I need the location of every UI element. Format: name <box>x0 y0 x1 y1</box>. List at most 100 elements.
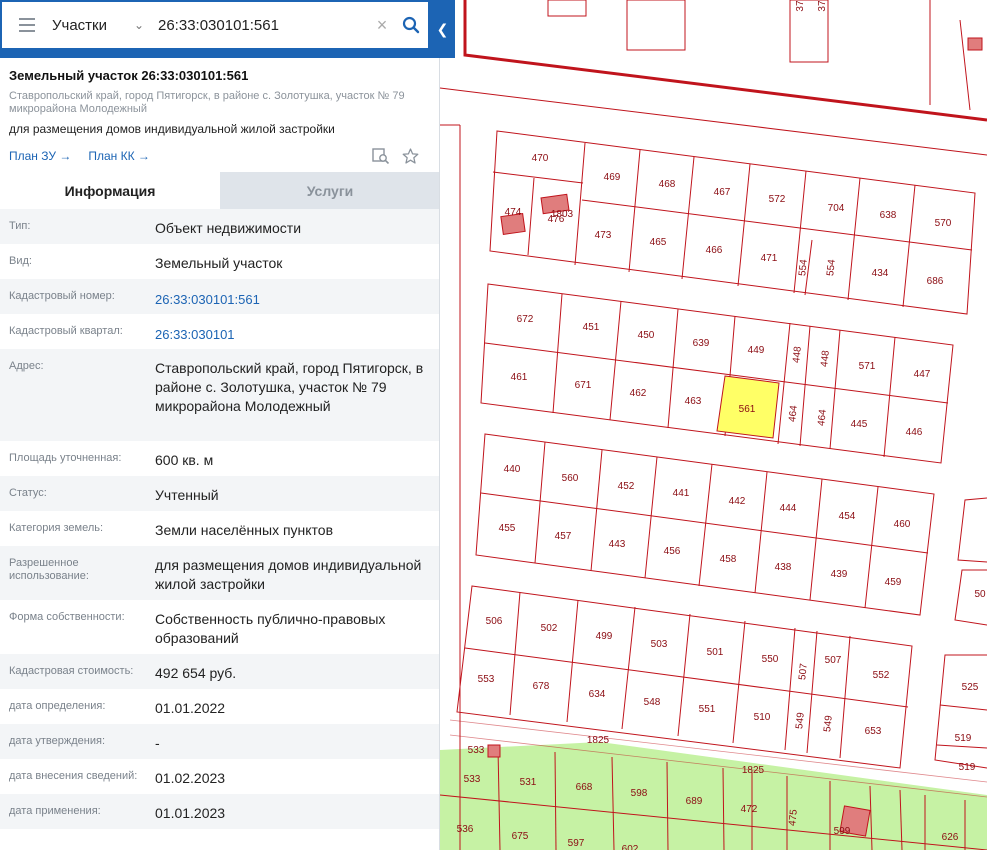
info-value: 01.01.2023 <box>155 805 226 821</box>
svg-text:440: 440 <box>504 464 521 475</box>
info-label: дата применения: <box>9 805 101 817</box>
svg-text:531: 531 <box>520 777 537 788</box>
svg-text:675: 675 <box>512 831 529 842</box>
svg-text:560: 560 <box>562 473 579 484</box>
svg-text:459: 459 <box>885 577 902 588</box>
svg-text:463: 463 <box>685 396 702 407</box>
svg-text:507: 507 <box>797 662 810 680</box>
category-select-value: Участки <box>52 16 107 34</box>
info-label: Адрес: <box>9 360 44 372</box>
svg-text:626: 626 <box>942 832 959 843</box>
svg-text:438: 438 <box>775 562 792 573</box>
svg-text:465: 465 <box>650 237 667 248</box>
info-value: Земли населённых пунктов <box>155 522 334 538</box>
svg-text:442: 442 <box>729 496 746 507</box>
svg-text:598: 598 <box>631 788 648 799</box>
svg-text:653: 653 <box>865 726 882 737</box>
info-label: дата определения: <box>9 700 106 712</box>
info-value: - <box>155 735 160 751</box>
svg-text:599: 599 <box>834 826 851 837</box>
info-row-status: Статус: Учтенный <box>0 476 439 511</box>
info-row-cadastral-quarter: Кадастровый квартал: 26:33:030101 <box>0 314 439 349</box>
svg-text:446: 446 <box>906 427 923 438</box>
info-label: Кадастровый номер: <box>9 290 115 302</box>
svg-text:525: 525 <box>962 682 979 693</box>
document-search-icon[interactable] <box>372 148 390 164</box>
svg-text:1825: 1825 <box>742 765 765 776</box>
info-value: 492 654 руб. <box>155 665 237 681</box>
svg-text:550: 550 <box>762 654 779 665</box>
svg-text:554: 554 <box>797 258 810 276</box>
svg-text:503: 503 <box>651 639 668 650</box>
info-label: дата внесения сведений: <box>9 770 138 782</box>
info-label: Форма собственности: <box>9 611 125 623</box>
svg-text:475: 475 <box>787 808 800 826</box>
parcel-title: Земельный участок 26:33:030101:561 <box>9 68 249 83</box>
star-icon[interactable] <box>402 148 419 164</box>
svg-text:50: 50 <box>974 589 986 600</box>
svg-text:552: 552 <box>873 670 890 681</box>
info-label: Кадастровая стоимость: <box>9 665 134 677</box>
svg-text:448: 448 <box>819 349 832 367</box>
svg-text:458: 458 <box>720 554 737 565</box>
category-select[interactable]: Участки ⌄ <box>52 17 152 34</box>
svg-text:551: 551 <box>699 704 716 715</box>
svg-text:507: 507 <box>825 655 842 666</box>
info-row-address: Адрес: Ставропольский край, город Пятиго… <box>0 349 439 441</box>
info-panel: Участки ⌄ × Земельный участок 26:33:0301… <box>0 0 440 850</box>
svg-text:499: 499 <box>596 631 613 642</box>
info-label: Кадастровый квартал: <box>9 325 123 337</box>
svg-text:553: 553 <box>478 674 495 685</box>
svg-text:554: 554 <box>825 258 838 276</box>
info-value: Объект недвижимости <box>155 220 302 236</box>
svg-text:447: 447 <box>914 369 931 380</box>
search-bar: Участки ⌄ × <box>0 0 430 50</box>
info-label: Разрешенное использование: <box>9 557 89 582</box>
search-button[interactable] <box>394 2 428 48</box>
info-row-area: Площадь уточненная: 600 кв. м <box>0 441 439 476</box>
svg-text:549: 549 <box>822 714 835 732</box>
parcel-purpose: для размещения домов индивидуальной жило… <box>9 122 335 136</box>
cadastral-quarter-link[interactable]: 26:33:030101 <box>155 314 431 349</box>
cadastral-number-link[interactable]: 26:33:030101:561 <box>155 279 431 314</box>
search-icon <box>402 16 420 34</box>
svg-text:506: 506 <box>486 616 503 627</box>
info-label: Статус: <box>9 487 47 499</box>
svg-text:454: 454 <box>839 511 856 522</box>
svg-text:689: 689 <box>686 796 703 807</box>
plan-kk-link[interactable]: План КК → <box>88 149 150 163</box>
tabs: Информация Услуги <box>0 172 439 209</box>
info-value: Учтенный <box>155 487 219 503</box>
svg-text:467: 467 <box>714 187 731 198</box>
plan-zu-link[interactable]: План ЗУ → <box>9 149 71 163</box>
tab-services[interactable]: Услуги <box>220 172 439 209</box>
svg-text:501: 501 <box>707 647 724 658</box>
svg-text:466: 466 <box>706 245 723 256</box>
svg-text:456: 456 <box>664 546 681 557</box>
svg-text:460: 460 <box>894 519 911 530</box>
tab-info[interactable]: Информация <box>0 172 220 209</box>
info-value: 01.01.2022 <box>155 700 226 716</box>
svg-text:570: 570 <box>935 218 952 229</box>
svg-text:672: 672 <box>517 314 534 325</box>
chevron-down-icon: ⌄ <box>133 18 144 32</box>
svg-text:464: 464 <box>816 408 829 426</box>
svg-text:449: 449 <box>748 345 765 356</box>
menu-icon[interactable] <box>2 2 52 48</box>
svg-text:548: 548 <box>644 697 661 708</box>
info-row-date-entered: дата внесения сведений: 01.02.2023 <box>0 759 439 794</box>
search-input[interactable] <box>152 16 370 34</box>
svg-text:464: 464 <box>787 404 800 422</box>
svg-text:439: 439 <box>831 569 848 580</box>
svg-text:468: 468 <box>659 179 676 190</box>
svg-text:678: 678 <box>533 681 550 692</box>
svg-text:536: 536 <box>457 824 474 835</box>
svg-text:462: 462 <box>630 388 647 399</box>
clear-icon[interactable]: × <box>370 15 394 36</box>
svg-text:668: 668 <box>576 782 593 793</box>
svg-text:37: 37 <box>817 0 828 12</box>
info-label: Вид: <box>9 255 32 267</box>
svg-text:451: 451 <box>583 322 600 333</box>
svg-text:473: 473 <box>595 230 612 241</box>
svg-text:571: 571 <box>859 361 876 372</box>
